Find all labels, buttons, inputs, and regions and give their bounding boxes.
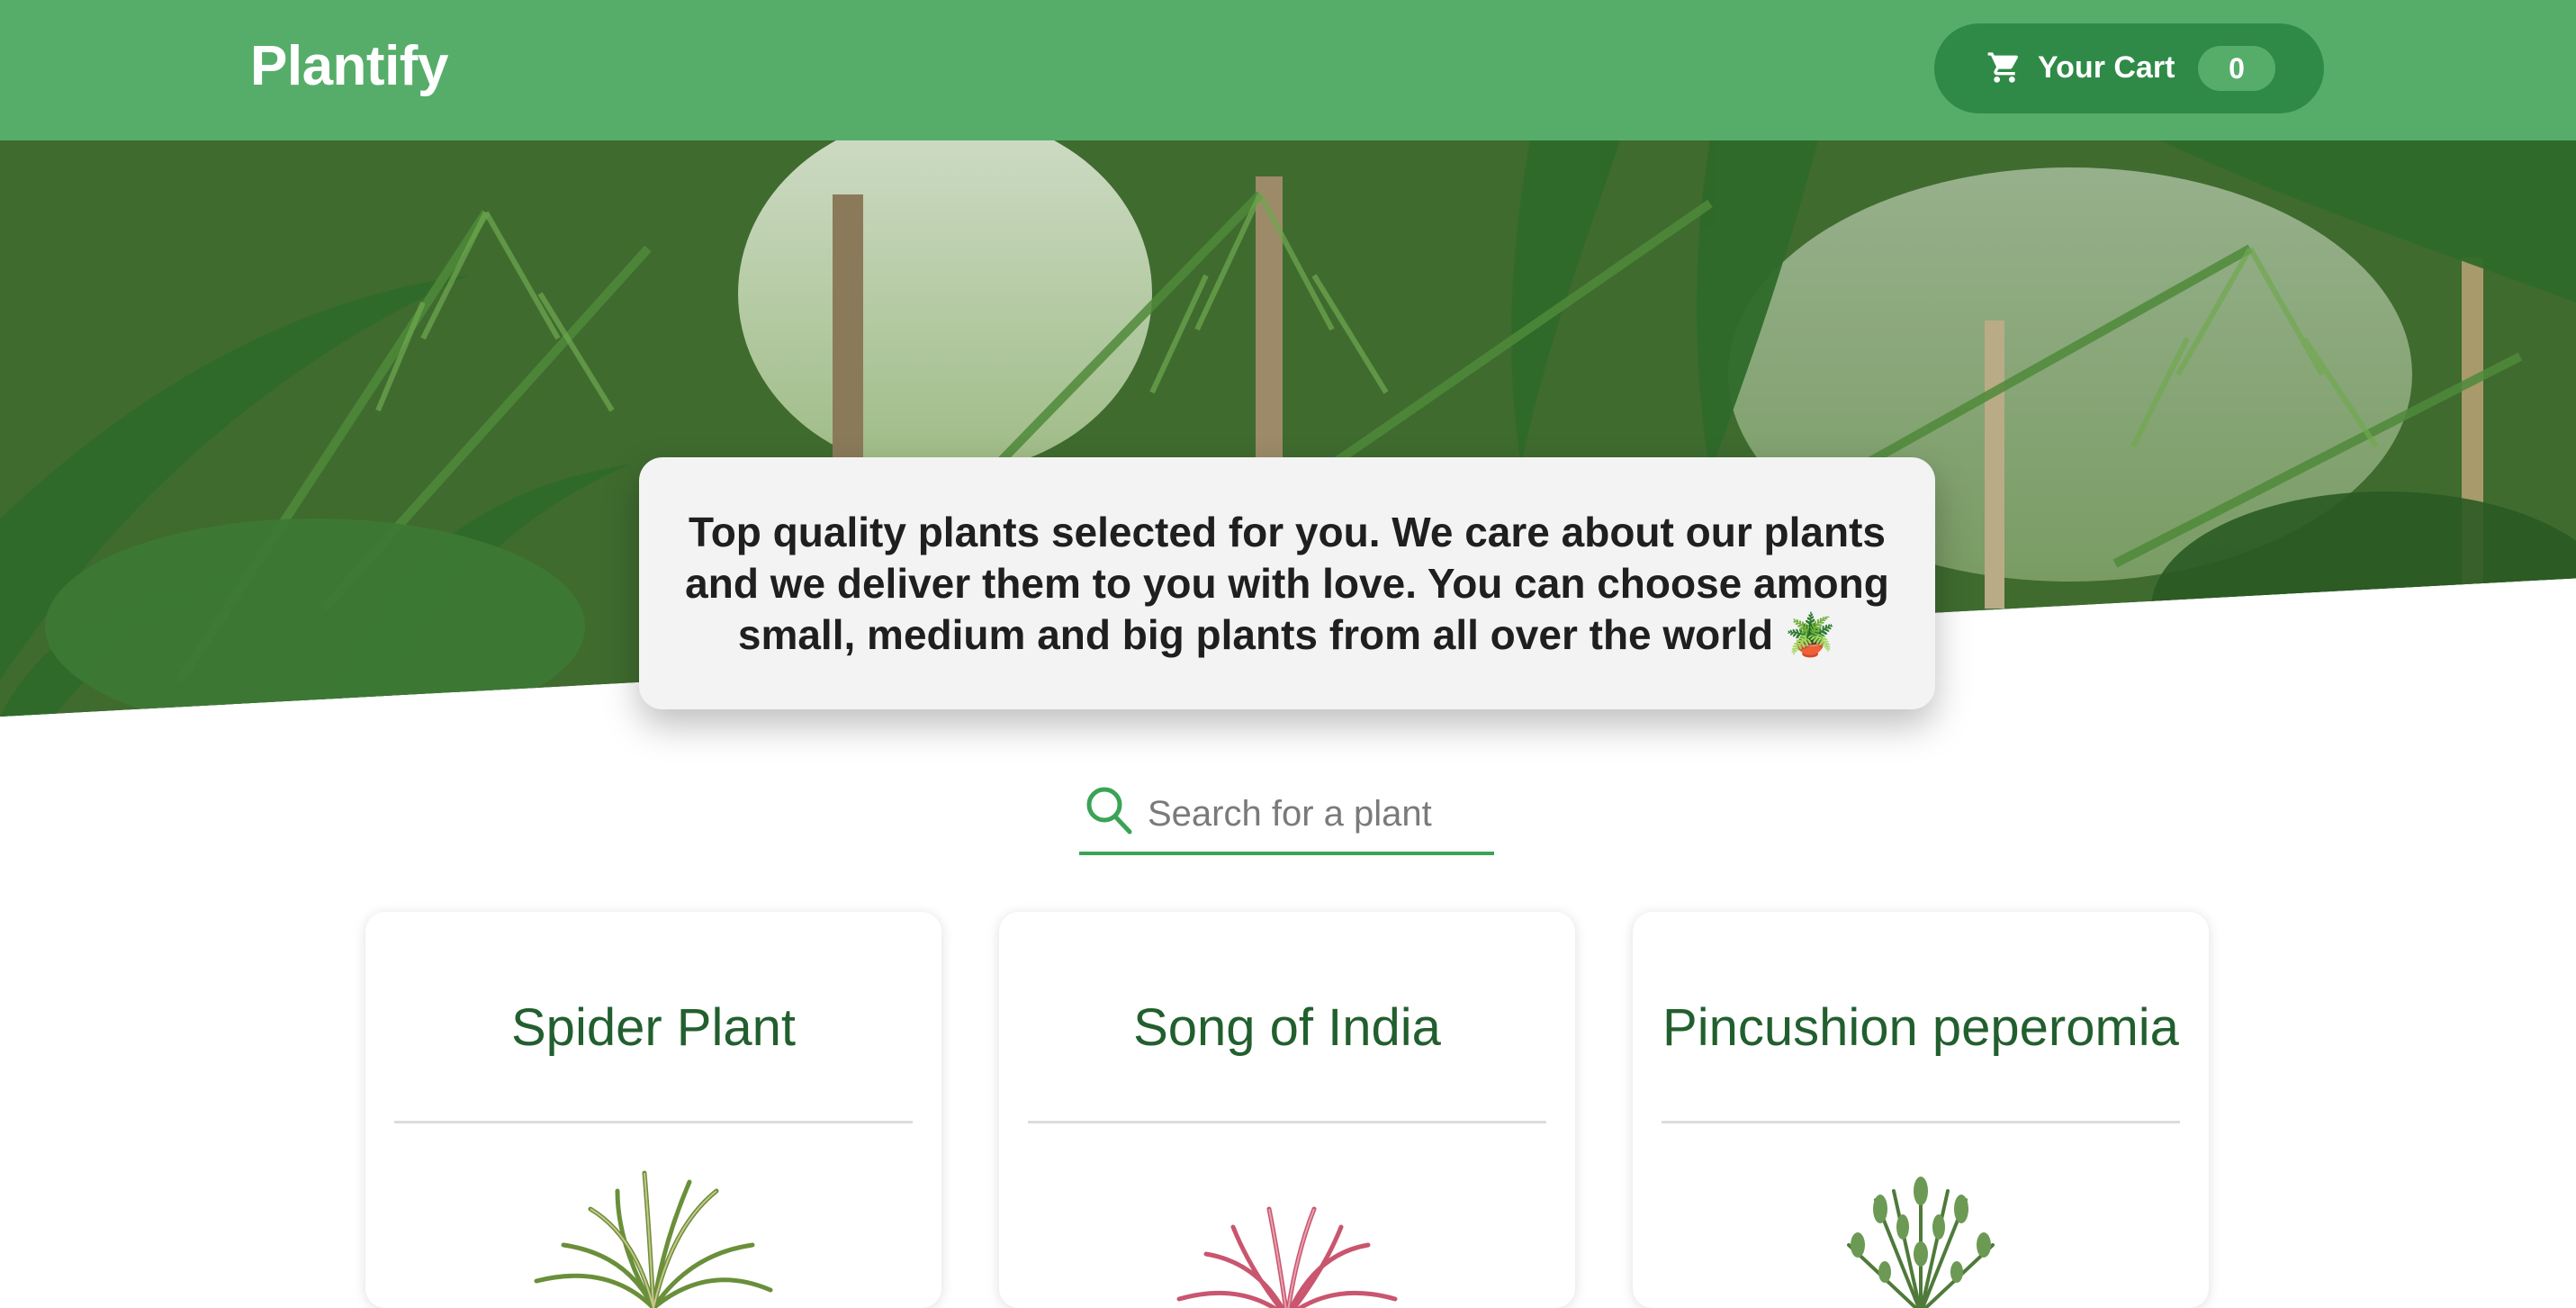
song-of-india-image bbox=[1176, 1206, 1398, 1308]
hero-tagline: Top quality plants selected for you. We … bbox=[685, 508, 1889, 658]
card-divider bbox=[1028, 1121, 1546, 1123]
product-card-pincushion-peperomia[interactable]: Pincushion peperomia bbox=[1633, 912, 2209, 1308]
product-card-song-of-india[interactable]: Song of India bbox=[999, 912, 1575, 1308]
search-input[interactable] bbox=[1148, 785, 1490, 843]
pincushion-peperomia-image bbox=[1847, 1177, 1995, 1308]
cart-count-badge: 0 bbox=[2198, 46, 2275, 91]
spider-plant-image bbox=[534, 1170, 773, 1308]
product-title: Song of India bbox=[1133, 998, 1441, 1057]
top-header: Plantify Your Cart 0 bbox=[0, 0, 2576, 140]
brand-logo[interactable]: Plantify bbox=[250, 34, 448, 98]
tagline-card: Top quality plants selected for you. We … bbox=[639, 457, 1935, 709]
search-icon bbox=[1086, 787, 1132, 834]
product-card-spider-plant[interactable]: Spider Plant bbox=[365, 912, 941, 1308]
card-divider bbox=[394, 1121, 913, 1123]
cart-button[interactable]: Your Cart 0 bbox=[1934, 23, 2324, 113]
shopping-cart-icon bbox=[1987, 52, 2019, 83]
plant-search bbox=[1079, 776, 1494, 855]
cart-label: Your Cart bbox=[2038, 50, 2175, 85]
product-title: Pincushion peperomia bbox=[1662, 998, 2179, 1057]
product-title: Spider Plant bbox=[511, 998, 796, 1057]
card-divider bbox=[1662, 1121, 2180, 1123]
